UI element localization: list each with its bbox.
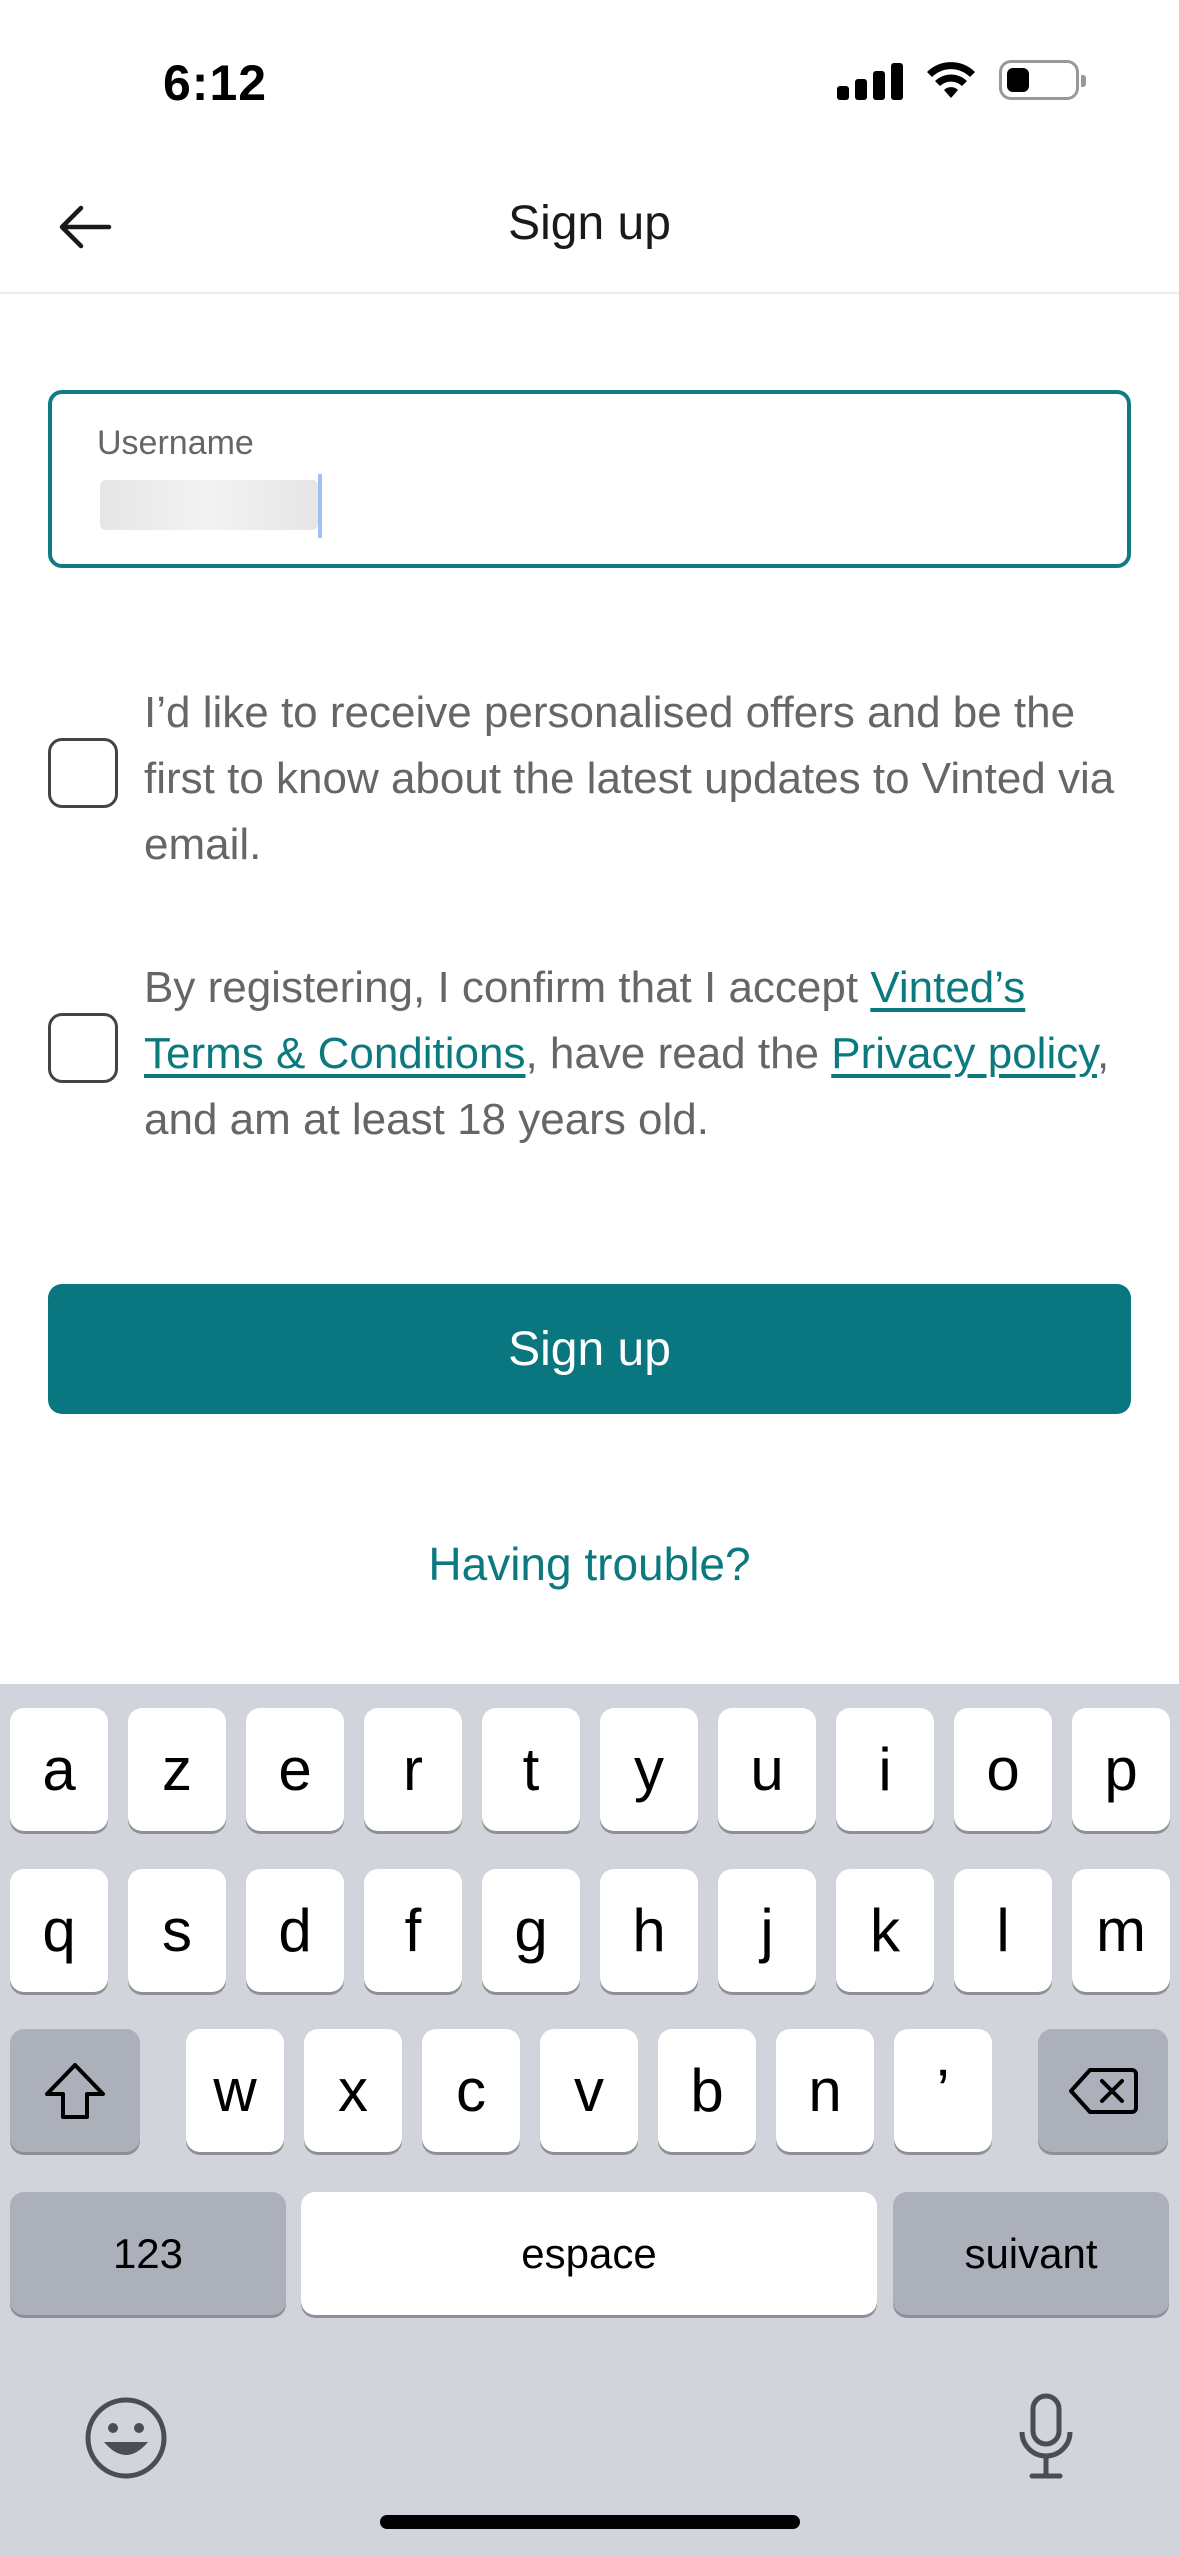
emoji-icon[interactable]: [84, 2396, 168, 2480]
key-w[interactable]: w: [186, 2029, 284, 2152]
key-o[interactable]: o: [954, 1708, 1052, 1831]
key-m[interactable]: m: [1072, 1869, 1170, 1992]
key-apostrophe[interactable]: ’: [894, 2029, 992, 2152]
key-c[interactable]: c: [422, 2029, 520, 2152]
terms-consent-checkbox[interactable]: [48, 1013, 118, 1083]
key-z[interactable]: z: [128, 1708, 226, 1831]
key-a[interactable]: a: [10, 1708, 108, 1831]
microphone-icon[interactable]: [1016, 2392, 1076, 2482]
having-trouble-link[interactable]: Having trouble?: [0, 1537, 1179, 1591]
backspace-icon: [1069, 2067, 1138, 2114]
shift-icon: [45, 2062, 105, 2119]
status-time: 6:12: [163, 55, 268, 111]
username-label: Username: [97, 424, 254, 462]
space-key[interactable]: espace: [301, 2192, 877, 2315]
terms-middle: , have read the: [525, 1029, 832, 1078]
key-h[interactable]: h: [600, 1869, 698, 1992]
marketing-consent-text: I’d like to receive personalised offers …: [144, 688, 1115, 869]
sign-up-button[interactable]: Sign up: [48, 1284, 1131, 1414]
key-l[interactable]: l: [954, 1869, 1052, 1992]
home-indicator: [380, 2515, 800, 2529]
status-bar: 6:12: [0, 0, 1179, 160]
key-d[interactable]: d: [246, 1869, 344, 1992]
numbers-key[interactable]: 123: [10, 2192, 286, 2315]
terms-prefix: By registering, I confirm that I accept: [144, 963, 871, 1012]
cellular-signal-icon: [837, 60, 903, 100]
key-i[interactable]: i: [836, 1708, 934, 1831]
page-title: Sign up: [508, 197, 671, 250]
shift-key[interactable]: [10, 2029, 140, 2152]
key-v[interactable]: v: [540, 2029, 638, 2152]
key-y[interactable]: y: [600, 1708, 698, 1831]
key-e[interactable]: e: [246, 1708, 344, 1831]
terms-consent-text: By registering, I confirm that I accept …: [144, 955, 1144, 1153]
text-caret: [318, 474, 322, 538]
wifi-icon: [927, 62, 975, 98]
key-r[interactable]: r: [364, 1708, 462, 1831]
return-key[interactable]: suivant: [893, 2192, 1169, 2315]
marketing-consent-checkbox[interactable]: [48, 738, 118, 808]
key-g[interactable]: g: [482, 1869, 580, 1992]
key-k[interactable]: k: [836, 1869, 934, 1992]
key-x[interactable]: x: [304, 2029, 402, 2152]
key-b[interactable]: b: [658, 2029, 756, 2152]
key-f[interactable]: f: [364, 1869, 462, 1992]
key-u[interactable]: u: [718, 1708, 816, 1831]
key-n[interactable]: n: [776, 2029, 874, 2152]
keyboard: azertyuiop qsdfghjklm w x c v b n’ 123 espace…: [0, 1684, 1179, 2556]
key-s[interactable]: s: [128, 1869, 226, 1992]
key-p[interactable]: p: [1072, 1708, 1170, 1831]
nav-bar: Sign up: [0, 160, 1179, 294]
status-icons: [837, 60, 1086, 100]
username-input[interactable]: Username: [48, 390, 1131, 568]
key-q[interactable]: q: [10, 1869, 108, 1992]
privacy-policy-link[interactable]: Privacy policy: [831, 1029, 1097, 1078]
key-j[interactable]: j: [718, 1869, 816, 1992]
battery-icon: [999, 60, 1086, 100]
delete-key[interactable]: [1038, 2029, 1168, 2152]
username-value-redacted: [100, 480, 318, 530]
key-t[interactable]: t: [482, 1708, 580, 1831]
